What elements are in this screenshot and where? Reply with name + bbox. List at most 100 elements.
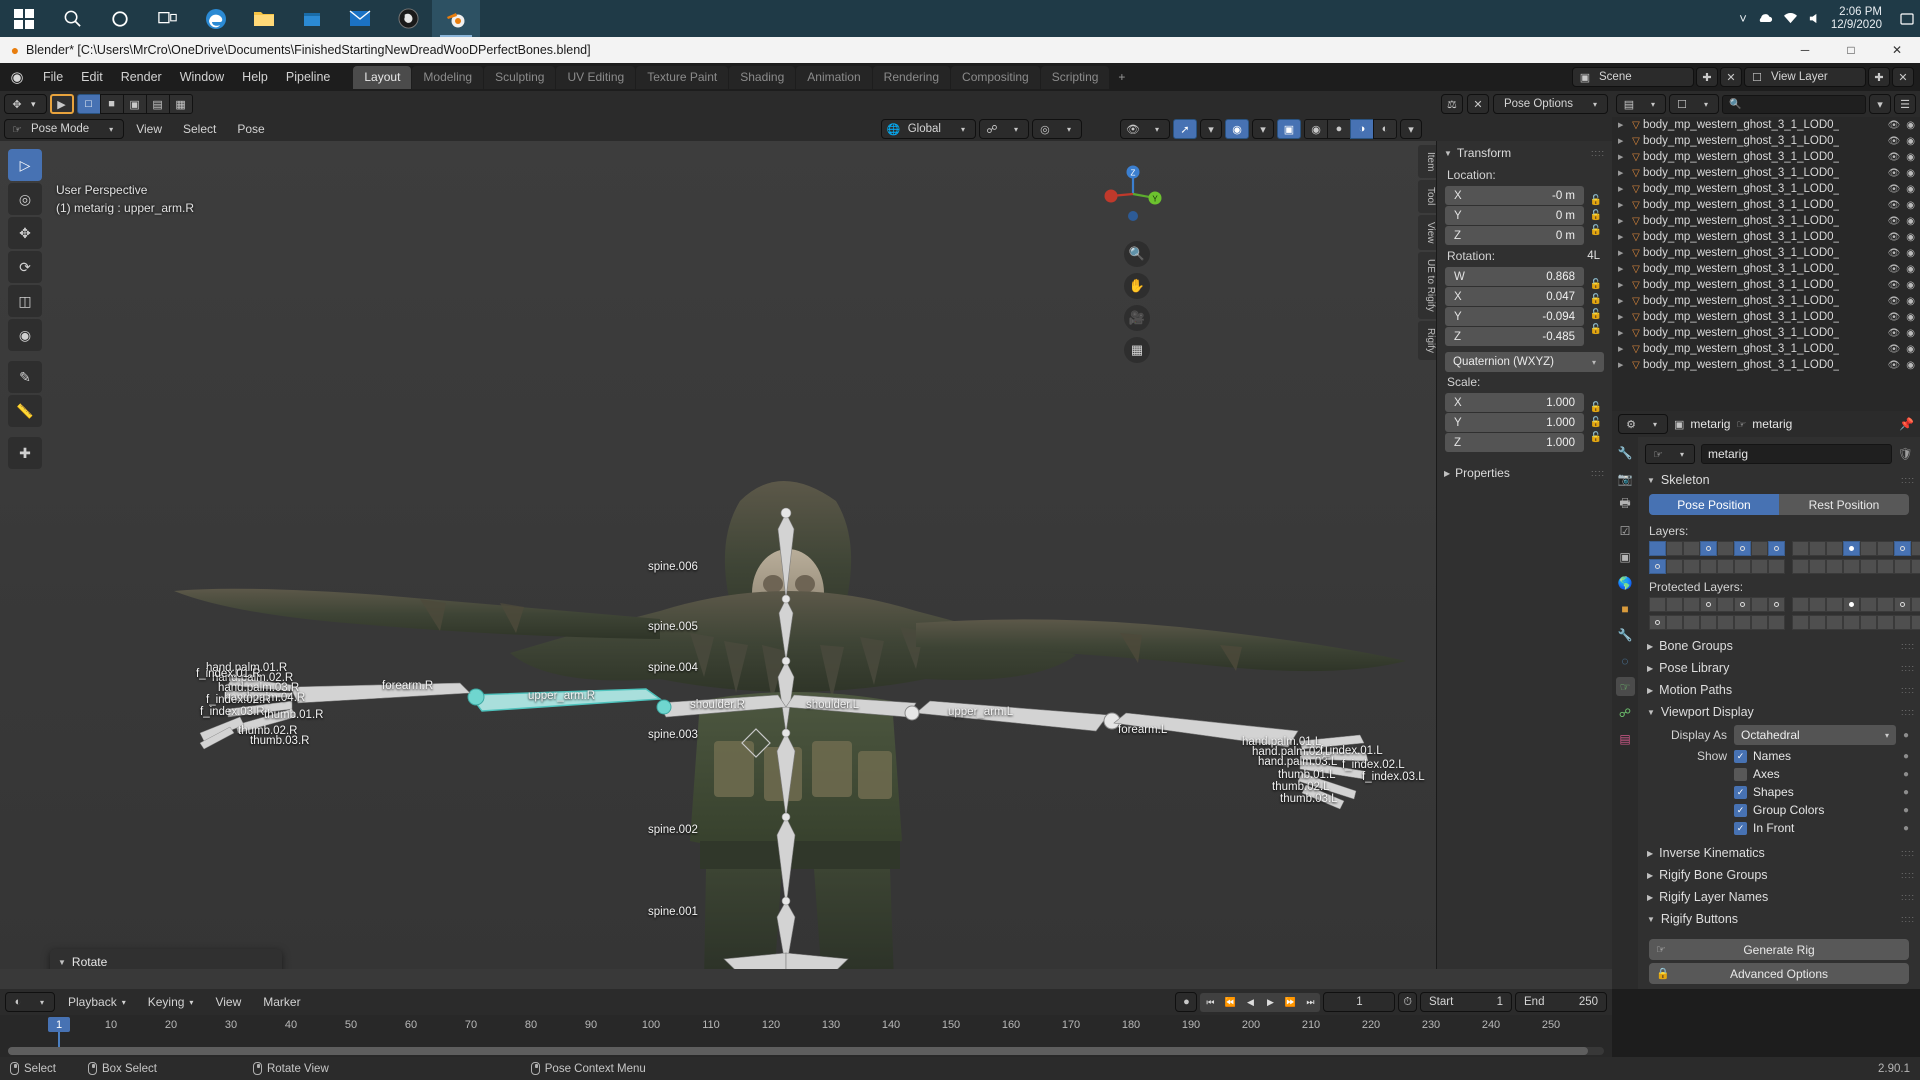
layer-cell[interactable] [1734,541,1751,556]
constraint-tab[interactable]: ☍ [1616,703,1635,722]
layer-cell[interactable] [1860,541,1877,556]
next-keyframe-icon[interactable]: ⏩ [1280,992,1301,1012]
layer-cell[interactable] [1768,541,1785,556]
grip-icon[interactable]: :::: [1901,892,1915,902]
protected-layer-cell[interactable] [1768,615,1785,630]
expand-arrow-icon[interactable]: ▶ [1618,249,1629,257]
workspace-tab-compositing[interactable]: Compositing [951,65,1040,89]
outliner-search-input[interactable]: 🔍 [1722,94,1866,114]
outliner-editor-type-selector[interactable]: ▤ ▾ [1616,94,1666,114]
grip-icon[interactable]: :::: [1901,641,1915,651]
protected-layer-cell[interactable] [1768,597,1785,612]
outliner-row[interactable]: ▶ ▽ body_mp_western_ghost_3_1_LOD0_SE 👁 ◉ [1612,261,1920,277]
scene-selector[interactable]: ▣ Scene [1572,67,1694,87]
lock-rotation-z-icon[interactable]: 🔓 [1588,324,1604,335]
expand-arrow-icon[interactable]: ▶ [1618,169,1629,177]
animate-property-dot[interactable]: ● [1903,787,1909,798]
workspace-tab-scripting[interactable]: Scripting [1040,65,1110,89]
inverse-kinematics-panel-header[interactable]: ▶ Inverse Kinematics :::: [1643,842,1915,864]
select-set-button[interactable]: □ [76,94,101,114]
expand-arrow-icon[interactable]: ▶ [1618,153,1629,161]
menu-file[interactable]: File [34,67,72,87]
disable-in-renders-icon[interactable]: ◉ [1906,168,1920,179]
hide-in-viewport-icon[interactable]: 👁 [1888,280,1907,291]
protected-layer-cell[interactable] [1666,597,1683,612]
pose-options-dropdown[interactable]: Pose Options ▾ [1492,94,1608,114]
breadcrumb-data[interactable]: metarig [1752,417,1792,431]
expand-arrow-icon[interactable]: ▶ [1618,329,1629,337]
minimize-button[interactable]: ─ [1782,37,1828,63]
timeline-menu-playback[interactable]: Playback ▾ [59,992,135,1012]
protected-layer-cell[interactable] [1809,597,1826,612]
protected-layer-cell[interactable] [1826,597,1843,612]
hide-in-viewport-icon[interactable]: 👁 [1888,264,1907,275]
rotation-x-row[interactable]: X 0.047 [1445,287,1584,306]
layer-cell[interactable] [1911,559,1920,574]
expand-arrow-icon[interactable]: ▶ [1618,201,1629,209]
file-explorer-button[interactable] [240,0,288,37]
protected-layer-cell[interactable] [1700,597,1717,612]
expand-arrow-icon[interactable]: ▶ [1618,185,1629,193]
notifications-icon[interactable] [1900,12,1914,26]
lock-location-x-icon[interactable]: 🔓 [1588,195,1604,206]
layer-cell[interactable] [1717,559,1734,574]
rotation-y-row[interactable]: Y -0.094 [1445,307,1584,326]
playhead[interactable]: 1 [48,1017,70,1032]
layer-cell[interactable] [1860,559,1877,574]
lock-rotation-y-icon[interactable]: 🔓 [1588,309,1604,320]
location-y-row[interactable]: Y 0 m [1445,206,1584,225]
protected-layer-cell[interactable] [1751,615,1768,630]
output-tab[interactable]: 🖶 [1616,495,1635,514]
layer-cell[interactable] [1649,541,1666,556]
camera-icon[interactable]: 🎥 [1124,305,1150,331]
scale-x-row[interactable]: X 1.000 [1445,393,1584,412]
overlay-options-dropdown[interactable]: ▾ [1252,119,1274,139]
rotation-z-row[interactable]: Z -0.485 [1445,327,1584,346]
workspace-tab-layout[interactable]: Layout [353,65,412,89]
layer-cell[interactable] [1751,541,1768,556]
bone-groups-panel-header[interactable]: ▶ Bone Groups :::: [1643,635,1915,657]
rotate-tool[interactable]: ⟳ [8,251,42,283]
animate-property-dot[interactable]: ● [1903,805,1909,816]
layer-cell[interactable] [1911,541,1920,556]
hide-in-viewport-icon[interactable]: 👁 [1888,232,1907,243]
prev-keyframe-icon[interactable]: ⏪ [1220,992,1241,1012]
timeline-editor-type-selector[interactable]: ◐ ▾ [5,992,55,1012]
expand-arrow-icon[interactable]: ▶ [1618,265,1629,273]
tweak-mode-button[interactable]: ▶ [49,94,74,114]
protected-layer-cell[interactable] [1792,597,1809,612]
timeline-ruler[interactable]: 1 10 20 30 40 50 60 70 80 90 100 110 120… [0,1015,1612,1057]
edge-button[interactable] [192,0,240,37]
motion-paths-panel-header[interactable]: ▶ Motion Paths :::: [1643,679,1915,701]
add-primitive-tool[interactable]: ✚ [8,437,42,469]
grip-icon[interactable]: :::: [1901,870,1915,880]
protected-layer-cell[interactable] [1649,597,1666,612]
menu-pipeline[interactable]: Pipeline [277,67,339,87]
timeline-menu-keying[interactable]: Keying ▾ [139,992,203,1012]
pan-icon[interactable]: ✋ [1124,273,1150,299]
menu-window[interactable]: Window [171,67,233,87]
use-preview-range-button[interactable]: ⏱ [1398,992,1417,1012]
animate-property-dot[interactable]: ● [1903,823,1909,834]
start-frame-input[interactable]: Start 1 [1420,992,1512,1012]
rest-position-button[interactable]: Rest Position [1779,494,1909,515]
unreal-button[interactable] [384,0,432,37]
protected-layer-cell[interactable] [1911,597,1920,612]
protected-layer-cell[interactable] [1860,597,1877,612]
disable-in-renders-icon[interactable]: ◉ [1906,200,1920,211]
zoom-icon[interactable]: 🔍 [1124,241,1150,267]
outliner-display-mode-selector[interactable]: ☐ ▾ [1669,94,1719,114]
protected-layer-cell[interactable] [1911,615,1920,630]
outliner-row[interactable]: ▶ ▽ body_mp_western_ghost_3_1_LOD0_SE 👁 ◉ [1612,197,1920,213]
material-shading-button[interactable]: ◑ [1350,119,1374,139]
layer-cell[interactable] [1809,541,1826,556]
search-button[interactable] [48,0,96,37]
display-as-select[interactable]: Octahedral ▾ [1734,725,1896,745]
mail-button[interactable] [336,0,384,37]
shapes-checkbox[interactable]: ✓ [1734,785,1747,799]
workspace-tab-uv-editing[interactable]: UV Editing [556,65,636,89]
layer-cell[interactable] [1894,541,1911,556]
outliner-row[interactable]: ▶ ▽ body_mp_western_ghost_3_1_LOD0_SE 👁 ◉ [1612,357,1920,373]
lock-scale-z-icon[interactable]: 🔓 [1588,432,1604,443]
modifier-tab[interactable]: 🔧 [1616,625,1635,644]
